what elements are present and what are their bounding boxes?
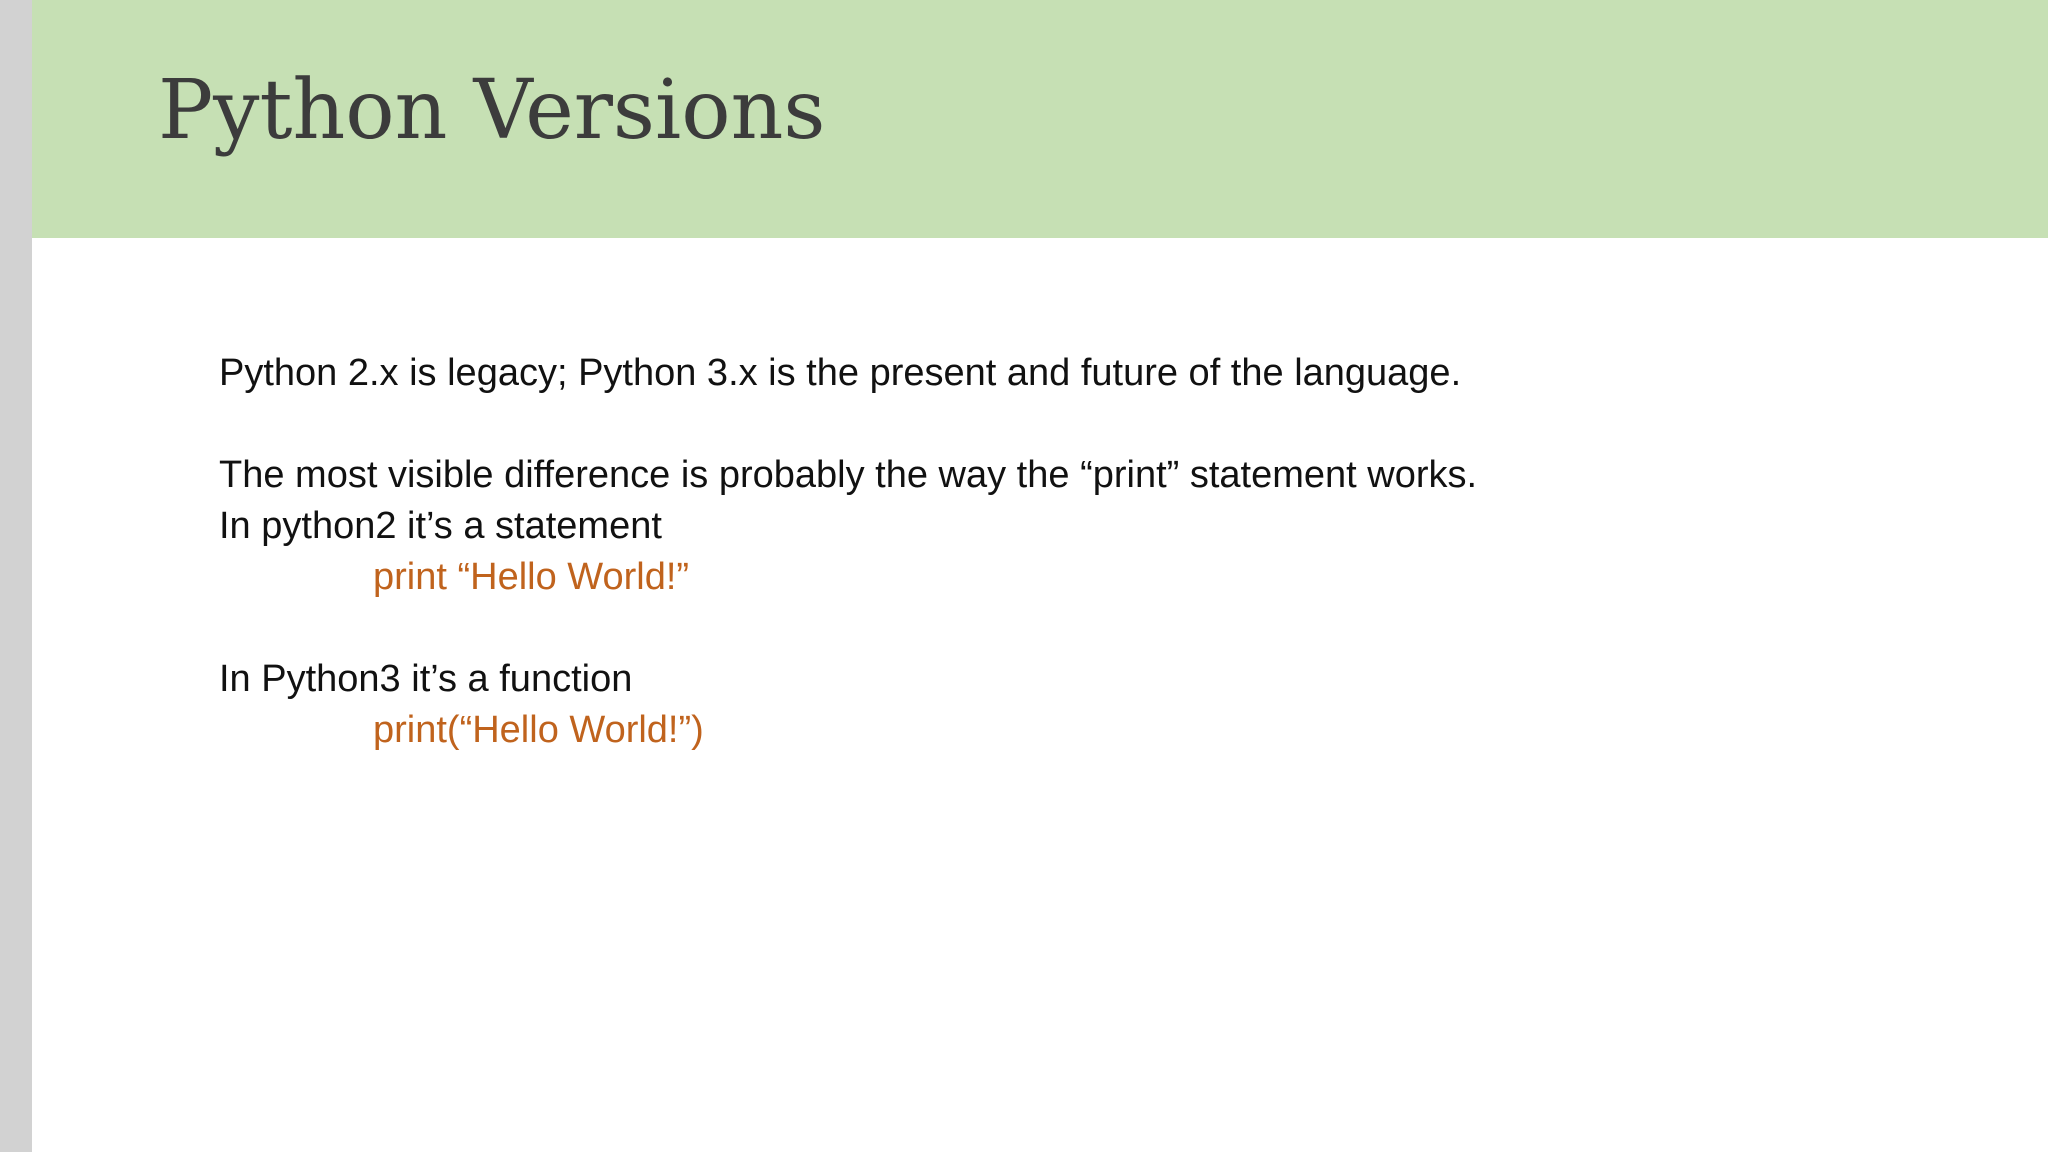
code-example-python2: print “Hello World!” [373,556,690,598]
body-line-python3: In Python3 it’s a function [219,658,633,700]
presentation-view: Python Versions Python 2.x is legacy; Py… [0,0,2048,1152]
body-line-difference: The most visible difference is probably … [219,454,1478,496]
slide-body: Python 2.x is legacy; Python 3.x is the … [219,348,1999,756]
title-bar: Python Versions [32,0,2048,238]
left-edge-strip [0,0,32,1152]
body-line-python2: In python2 it’s a statement [219,505,662,547]
slide-title: Python Versions [158,63,826,158]
code-example-python3: print(“Hello World!”) [373,709,704,751]
slide: Python Versions Python 2.x is legacy; Py… [32,0,2048,1152]
body-line-legacy: Python 2.x is legacy; Python 3.x is the … [219,352,1462,394]
